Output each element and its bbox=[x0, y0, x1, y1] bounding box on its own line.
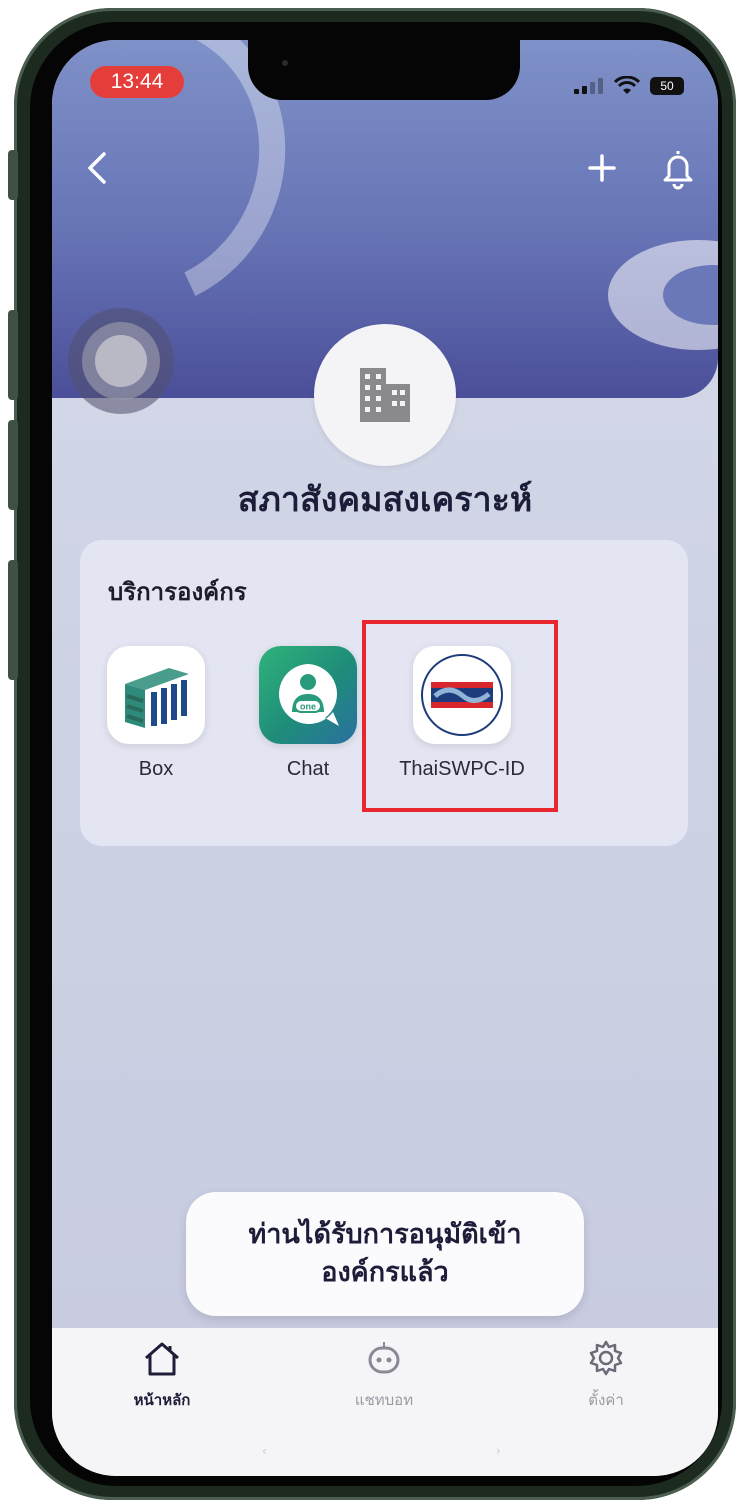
organization-name: สภาสังคมสงเคราะห์ bbox=[237, 480, 533, 520]
bottom-tab-bar: หน้าหลัก แชทบอท ตั้งค่า ‹ › bbox=[52, 1328, 718, 1476]
plus-icon bbox=[588, 154, 616, 182]
app-box[interactable]: Box bbox=[96, 646, 216, 781]
building-icon bbox=[360, 368, 410, 422]
status-icons: 50 bbox=[574, 76, 684, 96]
toast-line-2: องค์กรแล้ว bbox=[321, 1257, 449, 1288]
tab-label: แชทบอท bbox=[354, 1391, 414, 1409]
side-button bbox=[8, 560, 18, 680]
tab-settings[interactable]: ตั้งค่า bbox=[546, 1338, 666, 1412]
bell-icon bbox=[663, 151, 693, 190]
battery-icon: 50 bbox=[650, 77, 684, 95]
mute-switch bbox=[8, 150, 18, 200]
cellular-signal-icon bbox=[574, 78, 604, 94]
volume-up-button bbox=[8, 310, 18, 400]
highlight-annotation bbox=[362, 620, 558, 812]
assistive-touch-button[interactable] bbox=[68, 308, 174, 414]
organization-avatar bbox=[314, 324, 456, 466]
status-time: 13:44 bbox=[90, 66, 184, 98]
toast-line-1: ท่านได้รับการอนุมัติเข้า bbox=[248, 1219, 522, 1250]
chat-icon-badge: one bbox=[300, 702, 316, 712]
services-title: บริการองค์กร bbox=[108, 578, 247, 606]
gear-icon bbox=[589, 1340, 623, 1376]
volume-down-button bbox=[8, 420, 18, 510]
screen: 13:44 50 สภาสังคมสงเคราะห์ บริการองค์กร … bbox=[52, 40, 718, 1476]
home-icon bbox=[145, 1342, 179, 1376]
box-app-icon bbox=[107, 646, 205, 744]
decorative-swoosh bbox=[608, 240, 718, 350]
chatbot-icon bbox=[368, 1342, 400, 1374]
home-indicator: ‹ › bbox=[252, 1444, 518, 1458]
add-button[interactable] bbox=[582, 148, 622, 188]
back-button[interactable] bbox=[78, 148, 118, 188]
notification-button[interactable] bbox=[658, 146, 698, 190]
tab-label: หน้าหลัก bbox=[133, 1391, 191, 1409]
home-indicator-left: ‹ bbox=[262, 1444, 267, 1458]
front-camera bbox=[282, 60, 288, 66]
wifi-icon bbox=[614, 76, 640, 94]
tab-home[interactable]: หน้าหลัก bbox=[102, 1338, 222, 1412]
tab-label: ตั้งค่า bbox=[588, 1391, 624, 1409]
app-label: Chat bbox=[286, 758, 330, 780]
chevron-left-icon bbox=[88, 152, 106, 184]
approval-toast: ท่านได้รับการอนุมัติเข้า องค์กรแล้ว bbox=[186, 1192, 584, 1316]
app-label: Box bbox=[138, 758, 174, 780]
camera-notch bbox=[248, 40, 520, 100]
tab-chatbot[interactable]: แชทบอท bbox=[324, 1338, 444, 1412]
app-chat[interactable]: one Chat bbox=[248, 646, 368, 781]
home-indicator-right: › bbox=[496, 1444, 501, 1458]
chat-app-icon: one bbox=[259, 646, 357, 744]
